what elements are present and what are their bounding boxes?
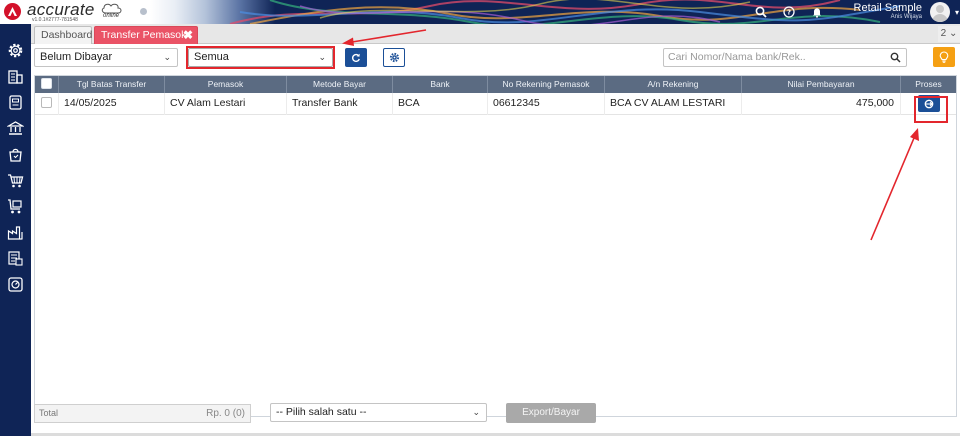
tab-count-dropdown[interactable]: 2 ⌄ [938, 26, 960, 42]
settings-button[interactable] [383, 48, 405, 67]
app-version: v1.0.1#2777-781548 [32, 17, 78, 23]
bell-icon[interactable] [809, 4, 825, 20]
select-all-cell [35, 76, 59, 93]
filter-highlight [186, 46, 335, 69]
bank-icon[interactable] [7, 120, 24, 137]
refresh-button[interactable] [345, 48, 367, 67]
tab-bar: Dashboard Transfer Pemasok ✖ 2 ⌄ [31, 24, 960, 44]
table-row[interactable]: 14/05/2025 CV Alam Lestari Transfer Bank… [35, 93, 956, 115]
report-icon[interactable] [7, 250, 24, 267]
col-no-rekening[interactable]: No Rekening Pemasok [488, 76, 605, 93]
user-subname: Anis Wijaya [890, 14, 922, 20]
tab-transfer-pemasok[interactable]: Transfer Pemasok ✖ [94, 26, 198, 44]
cart-icon[interactable] [7, 172, 24, 189]
select-all-checkbox[interactable] [41, 78, 52, 89]
truck-cart-icon[interactable] [7, 198, 24, 215]
top-header: accurate online v1.0.1#2777-781548 ? Ret… [0, 0, 960, 24]
col-tgl-batas-transfer[interactable]: Tgl Batas Transfer [59, 76, 165, 93]
transfer-table: Tgl Batas Transfer Pemasok Metode Bayar … [34, 75, 957, 417]
cell-supplier: CV Alam Lestari [165, 93, 287, 115]
chevron-down-icon: ⌄ [472, 407, 480, 417]
avatar[interactable] [930, 2, 950, 22]
factory-icon[interactable] [7, 224, 24, 241]
document-icon[interactable] [7, 94, 24, 111]
status-dot [140, 8, 147, 15]
total-field: Total Rp. 0 (0) [34, 404, 251, 423]
cell-method: Transfer Bank [287, 93, 393, 115]
cell-account-name: BCA CV ALAM LESTARI [605, 93, 742, 115]
cell-bank: BCA [393, 93, 488, 115]
user-name[interactable]: Retail Sample [854, 2, 922, 14]
tab-dashboard[interactable]: Dashboard [34, 26, 92, 44]
row-select-cell [35, 93, 59, 115]
col-bank[interactable]: Bank [393, 76, 488, 93]
export-bayar-button[interactable]: Export/Bayar [506, 403, 596, 423]
search-icon[interactable] [753, 4, 769, 20]
proses-highlight [914, 96, 948, 123]
lightbulb-icon [939, 51, 949, 63]
gear-icon [389, 52, 399, 63]
col-proses: Proses [915, 79, 942, 89]
svg-text:?: ? [787, 9, 791, 17]
total-value: Rp. 0 (0) [206, 408, 245, 419]
search-input[interactable]: Cari Nomor/Nama bank/Rek.. [663, 48, 907, 67]
gear-icon[interactable] [7, 42, 24, 59]
chevron-down-icon[interactable]: ▾ [955, 8, 959, 17]
action-select[interactable]: -- Pilih salah satu -- ⌄ [270, 403, 487, 422]
sidebar [0, 24, 31, 436]
cell-amount: 475,000 [742, 93, 901, 115]
col-nilai-pembayaran[interactable]: Nilai Pembayaran [742, 76, 901, 93]
col-metode-bayar[interactable]: Metode Bayar [287, 76, 393, 93]
close-icon[interactable]: ✖ [183, 27, 193, 44]
cell-account-no: 06612345 [488, 93, 605, 115]
row-checkbox[interactable] [41, 97, 52, 108]
building-icon[interactable] [7, 68, 24, 85]
chevron-down-icon: ⌄ [163, 52, 171, 62]
col-pemasok[interactable]: Pemasok [165, 76, 287, 93]
main-content: Dashboard Transfer Pemasok ✖ 2 ⌄ Belum D… [31, 24, 960, 436]
search-icon[interactable] [890, 52, 901, 63]
table-header: Tgl Batas Transfer Pemasok Metode Bayar … [35, 76, 956, 93]
total-label: Total [39, 408, 59, 418]
brand-online: online [103, 13, 120, 19]
status-select[interactable]: Belum Dibayar ⌄ [34, 48, 178, 67]
dashboard-icon[interactable] [7, 276, 24, 293]
bag-icon[interactable] [7, 146, 24, 163]
tab-label: Transfer Pemasok [101, 29, 187, 41]
cell-date: 14/05/2025 [59, 93, 165, 115]
lightbulb-button[interactable] [933, 47, 955, 67]
refresh-icon [351, 53, 360, 62]
accurate-logo-icon [4, 3, 21, 20]
help-icon[interactable]: ? [781, 4, 797, 20]
col-an-rekening[interactable]: A/n Rekening [605, 76, 742, 93]
